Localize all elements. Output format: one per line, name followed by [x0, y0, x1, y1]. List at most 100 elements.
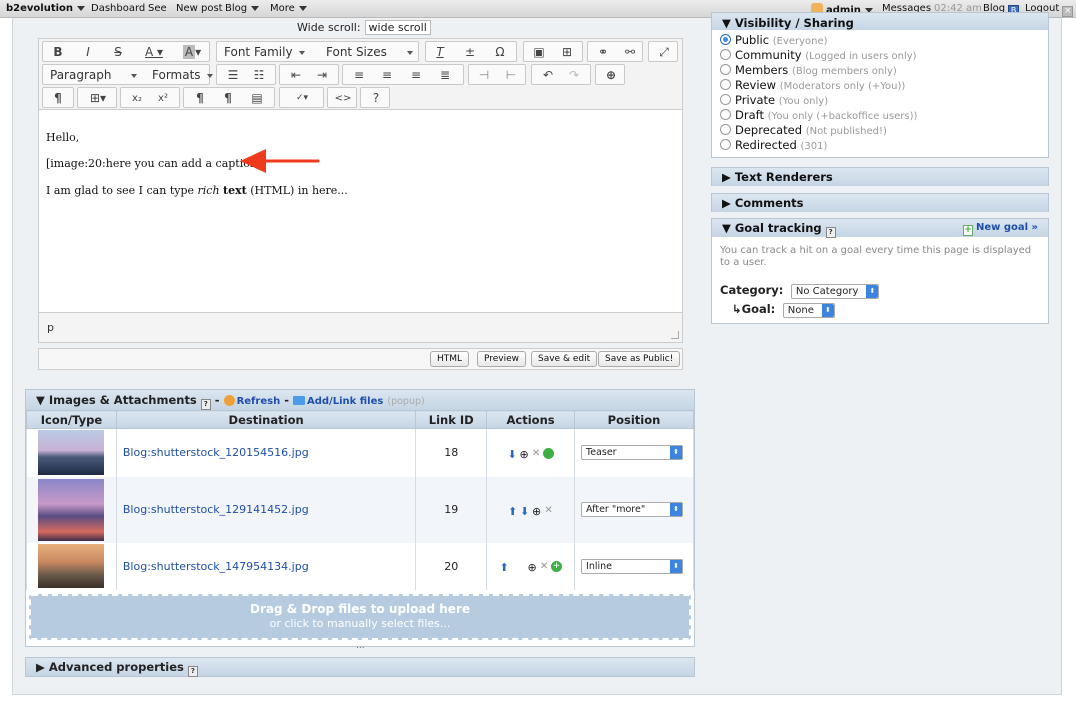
source-code-icon[interactable]: <> — [333, 90, 353, 107]
help-icon[interactable]: ? — [366, 90, 386, 107]
fullscreen-icon[interactable]: ⤢ — [654, 44, 674, 61]
find-replace-icon[interactable]: ⊕ — [601, 67, 621, 84]
radio-deprecated[interactable]: Deprecated (Not published!) — [720, 123, 887, 137]
radio-icon[interactable] — [720, 49, 731, 60]
radio-review[interactable]: Review (Moderators only (+You)) — [720, 78, 905, 92]
save-public-button[interactable]: Save as Public! — [598, 351, 681, 367]
menu-dashboard[interactable]: Dashboard — [91, 3, 145, 14]
image-thumbnail[interactable] — [38, 478, 105, 541]
brand-menu[interactable]: b2evolution — [6, 3, 86, 14]
preview-button[interactable]: Preview — [477, 351, 527, 367]
radio-private[interactable]: Private (You only) — [720, 93, 828, 107]
refresh-link[interactable]: Refresh — [223, 395, 280, 407]
superscript-icon[interactable]: x² — [153, 90, 173, 107]
help-icon[interactable]: ? — [200, 399, 211, 410]
undo-icon[interactable]: ↶ — [538, 67, 558, 84]
media-icon[interactable]: ⊞ — [557, 44, 577, 61]
radio-community[interactable]: Community (Logged in users only) — [720, 48, 917, 62]
radio-selected-icon[interactable] — [720, 34, 731, 45]
collapse-icon[interactable]: ▼ — [36, 393, 45, 407]
unlink-icon[interactable]: ✕ — [531, 448, 541, 459]
file-link[interactable]: Blog:shutterstock_147954134.jpg — [115, 542, 417, 590]
clear-format-icon[interactable]: T — [430, 44, 450, 61]
move-up-icon[interactable]: ⬆ — [499, 561, 509, 574]
align-left-icon[interactable]: ≡ — [349, 67, 369, 84]
radio-icon[interactable] — [720, 79, 731, 90]
file-link[interactable]: Blog:shutterstock_129141452.jpg — [115, 476, 417, 543]
image-icon[interactable]: ▣ — [529, 44, 549, 61]
insert-anchor-icon[interactable]: ± — [460, 44, 480, 61]
background-color-icon[interactable]: A ▾ — [179, 44, 205, 61]
unlink-icon[interactable]: ✕ — [544, 505, 554, 516]
radio-icon[interactable] — [720, 139, 731, 150]
image-thumbnail[interactable] — [38, 544, 105, 588]
radio-redirected[interactable]: Redirected (301) — [720, 138, 827, 152]
file-dropzone[interactable]: Drag & Drop files to upload here or clic… — [29, 594, 691, 640]
formats-dropdown[interactable]: Formats — [152, 67, 213, 84]
ltr-icon[interactable]: ¶ — [190, 90, 210, 107]
move-up-icon[interactable]: ⬆ — [508, 505, 518, 518]
align-center-icon[interactable]: ≡ — [377, 67, 397, 84]
text-color-icon[interactable]: A ▾ — [141, 44, 167, 61]
menu-blog[interactable]: Blog — [225, 3, 260, 14]
table-icon[interactable]: ⊞▾ — [82, 90, 114, 107]
special-character-icon[interactable]: Ω — [490, 44, 510, 61]
category-select[interactable]: No Category ⬍ — [790, 284, 880, 299]
font-family-dropdown[interactable]: Font Family — [224, 44, 305, 61]
menu-more[interactable]: More — [270, 3, 307, 14]
redo-icon[interactable]: ↷ — [564, 67, 584, 84]
advanced-properties-panel[interactable]: ▶ Advanced properties? — [25, 657, 695, 677]
paste-icon[interactable]: ▤ — [247, 90, 267, 107]
italic-icon[interactable]: I — [81, 44, 95, 61]
page-break-icon[interactable]: ⊣ — [474, 67, 494, 84]
align-justify-icon[interactable]: ≣ — [435, 67, 455, 84]
radio-icon[interactable] — [720, 64, 731, 75]
more-break-icon[interactable]: ⊢ — [501, 67, 521, 84]
bullet-list-icon[interactable]: ☰ — [223, 67, 243, 84]
file-link[interactable]: Blog:shutterstock_120154516.jpg — [115, 428, 417, 477]
indent-icon[interactable]: ⇥ — [312, 67, 332, 84]
radio-members[interactable]: Members (Blog members only) — [720, 63, 897, 77]
goal-tracking-title[interactable]: ▼ Goal tracking? + New goal » — [712, 219, 1048, 238]
insert-inline-icon[interactable]: + — [551, 561, 563, 572]
radio-public[interactable]: Public (Everyone) — [720, 33, 828, 47]
paragraph-dropdown[interactable]: Paragraph — [50, 67, 138, 84]
insert-inline-icon[interactable] — [543, 447, 555, 459]
visibility-panel-header[interactable]: ▼ Visibility / Sharing — [711, 12, 1049, 31]
locate-icon[interactable]: ⊕ — [527, 561, 537, 574]
unlink-icon[interactable]: ✕ — [539, 561, 549, 572]
unlink-icon[interactable]: ⚯ — [620, 44, 640, 61]
position-select[interactable]: After "more" ⬍ — [581, 502, 684, 517]
radio-draft[interactable]: Draft (You only (+backoffice users)) — [720, 108, 917, 122]
spellcheck-icon[interactable]: ✓▾ — [284, 90, 320, 107]
image-thumbnail[interactable] — [38, 430, 105, 476]
menu-see[interactable]: See — [148, 3, 167, 14]
locate-icon[interactable]: ⊕ — [532, 505, 542, 518]
move-down-icon[interactable]: ⬇ — [520, 505, 530, 518]
move-down-icon[interactable]: ⬇ — [507, 448, 517, 461]
comments-panel[interactable]: ▶ Comments — [711, 193, 1049, 212]
resize-handle-icon[interactable] — [671, 331, 679, 339]
locate-icon[interactable]: ⊕ — [519, 448, 529, 461]
radio-icon[interactable] — [720, 124, 731, 135]
position-select[interactable]: Inline ⬍ — [581, 558, 684, 574]
help-icon[interactable]: ? — [187, 666, 198, 677]
link-icon[interactable]: ⚭ — [593, 44, 613, 61]
save-edit-button[interactable]: Save & edit — [531, 351, 598, 367]
html-button[interactable]: HTML — [430, 351, 470, 367]
resize-dots[interactable]: ... — [356, 641, 365, 651]
new-goal-link[interactable]: + New goal » — [962, 219, 1038, 237]
wide-scroll-input[interactable]: wide scroll — [364, 20, 431, 35]
radio-icon[interactable] — [720, 94, 731, 105]
text-renderers-panel[interactable]: ▶ Text Renderers — [711, 167, 1049, 186]
position-select[interactable]: Teaser ⬍ — [581, 445, 684, 461]
menu-new-post[interactable]: New post — [176, 3, 223, 14]
bold-icon[interactable]: B — [51, 44, 65, 61]
font-sizes-dropdown[interactable]: Font Sizes — [326, 44, 413, 61]
numbered-list-icon[interactable]: ☷ — [249, 67, 269, 84]
strikethrough-icon[interactable]: S — [111, 44, 125, 61]
outdent-icon[interactable]: ⇤ — [286, 67, 306, 84]
radio-icon[interactable] — [720, 109, 731, 120]
add-link-files-link[interactable]: Add/Link files — [293, 396, 383, 407]
align-right-icon[interactable]: ≡ — [406, 67, 426, 84]
